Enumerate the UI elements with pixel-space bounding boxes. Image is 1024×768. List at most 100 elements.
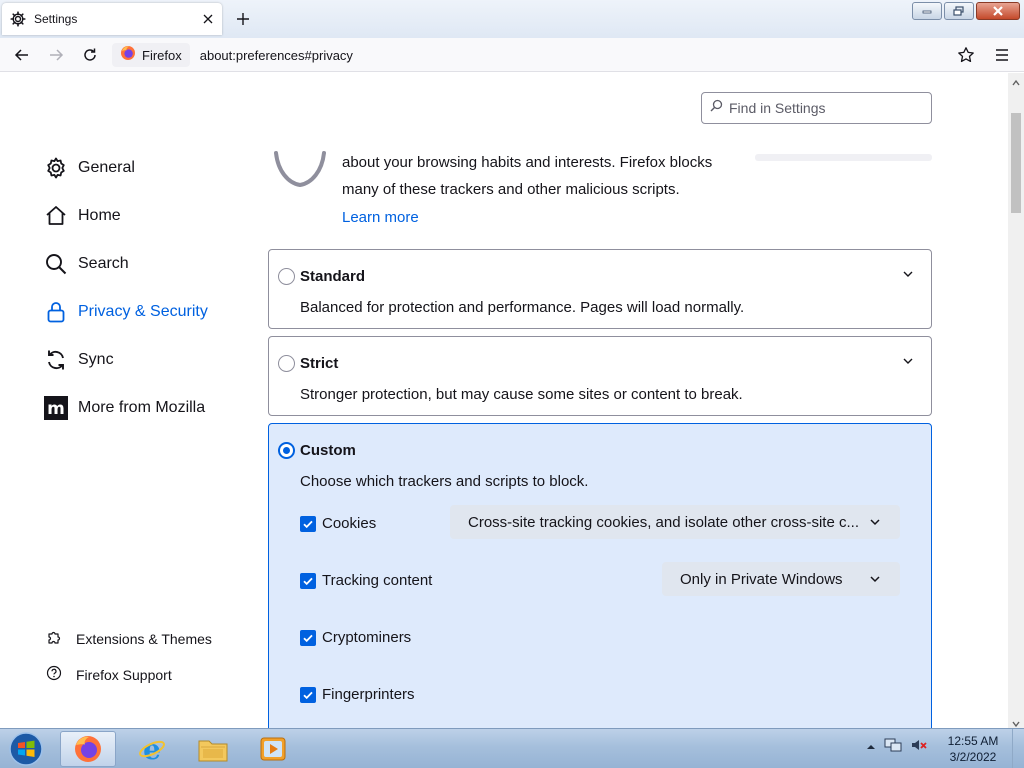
show-desktop-button[interactable] <box>1012 729 1024 768</box>
tracking-content-checkbox[interactable] <box>300 572 316 589</box>
menu-button[interactable] <box>990 43 1014 67</box>
firefox-logo-icon <box>120 45 136 66</box>
standard-description: Balanced for protection and performance.… <box>300 299 745 316</box>
home-icon <box>44 204 68 228</box>
sidebar-item-label: Privacy & Security <box>78 303 208 320</box>
identity-box[interactable]: Firefox <box>112 43 190 67</box>
url-text[interactable]: about:preferences#privacy <box>200 48 353 63</box>
media-player-icon <box>260 737 286 761</box>
category-strict[interactable]: Strict Stronger protection, but may caus… <box>268 336 932 416</box>
close-tab-icon[interactable] <box>198 9 218 29</box>
taskbar-file-explorer[interactable] <box>185 731 241 767</box>
cryptominers-option[interactable]: Cryptominers <box>300 629 411 646</box>
standard-title: Standard <box>300 268 366 285</box>
url-bar[interactable]: Firefox about:preferences#privacy <box>112 42 942 68</box>
fingerprinters-label: Fingerprinters <box>322 686 415 703</box>
forward-button[interactable] <box>44 43 68 67</box>
sidebar-item-home[interactable]: Home <box>44 202 121 230</box>
fingerprinters-checkbox[interactable] <box>300 686 316 703</box>
cookies-label: Cookies <box>322 515 377 532</box>
tracking-content-dropdown[interactable]: Only in Private Windows <box>662 562 900 596</box>
standard-radio[interactable] <box>278 268 295 285</box>
sidebar-small-label: Firefox Support <box>76 666 172 683</box>
tracking-content-dropdown-value: Only in Private Windows <box>680 570 843 588</box>
navigation-bar: Firefox about:preferences#privacy <box>0 38 1024 72</box>
scrollbar-thumb[interactable] <box>1011 113 1021 213</box>
fingerprinters-option[interactable]: Fingerprinters <box>300 686 415 703</box>
restore-button[interactable] <box>944 2 974 20</box>
scroll-up-arrow-icon[interactable] <box>1011 75 1021 86</box>
chevron-down-icon[interactable] <box>901 267 915 281</box>
chevron-down-icon <box>868 515 882 529</box>
sidebar-firefox-support[interactable]: Firefox Support <box>46 665 172 684</box>
strict-title: Strict <box>300 355 339 372</box>
bookmark-star-icon[interactable] <box>954 43 978 67</box>
help-icon <box>46 665 62 684</box>
sync-icon <box>44 348 68 372</box>
folder-icon <box>198 740 228 762</box>
checkmark-icon <box>303 520 313 528</box>
strict-description: Stronger protection, but may cause some … <box>300 386 743 403</box>
learn-more-link[interactable]: Learn more <box>342 209 419 226</box>
find-in-settings-input[interactable] <box>729 100 919 116</box>
reload-button[interactable] <box>78 43 102 67</box>
cookies-checkbox[interactable] <box>300 515 316 532</box>
tab-strip: Settings <box>0 0 1024 38</box>
sidebar-item-label: Sync <box>78 351 114 368</box>
puzzle-icon <box>46 629 62 648</box>
sidebar-extensions-themes[interactable]: Extensions & Themes <box>46 629 212 648</box>
volume-muted-icon[interactable] <box>910 737 928 758</box>
chevron-down-icon <box>868 572 882 586</box>
custom-title: Custom <box>300 442 356 459</box>
tab-settings[interactable]: Settings <box>2 3 222 35</box>
find-in-settings[interactable] <box>701 92 932 124</box>
internet-explorer-icon: e <box>139 734 165 764</box>
taskbar-clock[interactable]: 12:55 AM 3/2/2022 <box>940 733 1006 765</box>
start-button[interactable] <box>4 731 48 767</box>
search-icon <box>710 99 723 117</box>
windows-logo-icon <box>9 732 43 766</box>
custom-description: Choose which trackers and scripts to blo… <box>300 473 589 490</box>
taskbar-firefox[interactable] <box>60 731 116 767</box>
new-tab-button[interactable] <box>232 8 254 30</box>
custom-radio[interactable] <box>278 442 295 459</box>
network-icon[interactable] <box>884 737 902 758</box>
cookies-dropdown-value: Cross-site tracking cookies, and isolate… <box>468 513 859 531</box>
sidebar-item-privacy-security[interactable]: Privacy & Security <box>44 298 208 326</box>
minimize-button[interactable] <box>912 2 942 20</box>
sidebar-item-general[interactable]: General <box>44 154 135 182</box>
category-standard[interactable]: Standard Balanced for protection and per… <box>268 249 932 329</box>
sidebar-item-search[interactable]: Search <box>44 250 129 278</box>
firefox-logo-icon <box>75 736 101 762</box>
strict-radio[interactable] <box>278 355 295 372</box>
close-window-button[interactable] <box>976 2 1020 20</box>
sidebar-item-label: Search <box>78 255 129 272</box>
checkmark-icon <box>303 634 313 642</box>
checkmark-icon <box>303 577 313 585</box>
taskbar-internet-explorer[interactable]: e <box>124 731 180 767</box>
scroll-down-arrow-icon[interactable] <box>1011 716 1021 728</box>
settings-page: General Home Search Privacy & Security S… <box>0 73 1008 728</box>
taskbar-media-player[interactable] <box>245 731 301 767</box>
show-hidden-icons-icon[interactable] <box>866 739 876 757</box>
tracking-content-option[interactable]: Tracking content <box>300 572 432 589</box>
tracking-illustration-bar <box>755 154 932 161</box>
sidebar-item-sync[interactable]: Sync <box>44 346 114 374</box>
lock-icon <box>44 300 68 324</box>
page-scrollbar[interactable] <box>1008 73 1024 728</box>
svg-text:e: e <box>143 734 161 764</box>
system-tray <box>866 737 928 758</box>
gear-icon <box>44 156 68 180</box>
windows-taskbar: e 12:55 AM 3/2/2022 <box>0 728 1024 768</box>
sidebar-item-more-from-mozilla[interactable]: m More from Mozilla <box>44 394 205 422</box>
chevron-down-icon[interactable] <box>901 354 915 368</box>
back-button[interactable] <box>10 43 34 67</box>
category-custom[interactable]: Custom Choose which trackers and scripts… <box>268 423 932 728</box>
tracking-content-label: Tracking content <box>322 572 433 589</box>
cookies-option[interactable]: Cookies <box>300 515 376 532</box>
cookies-dropdown[interactable]: Cross-site tracking cookies, and isolate… <box>450 505 900 539</box>
mozilla-icon: m <box>44 396 68 420</box>
cryptominers-checkbox[interactable] <box>300 629 316 646</box>
sidebar-small-label: Extensions & Themes <box>76 630 212 647</box>
gear-icon <box>10 11 26 27</box>
